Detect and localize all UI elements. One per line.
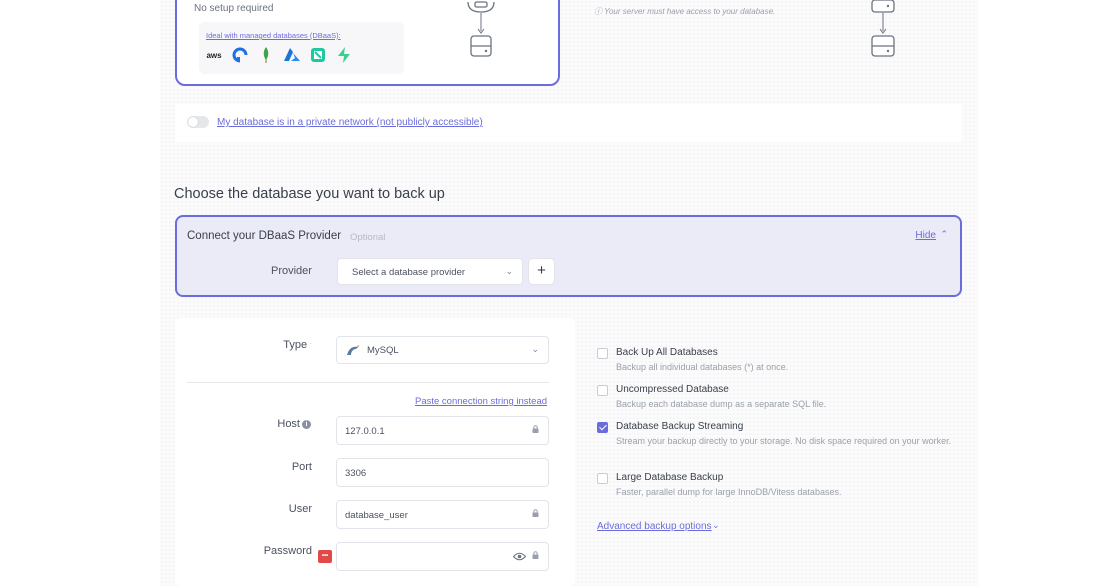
server-access-note: ⓘ Your server must have access to your d…: [594, 7, 776, 16]
section-title: Choose the database you want to back up: [174, 186, 445, 202]
private-network-row: My database is in a private network (not…: [175, 104, 962, 142]
provider-select-placeholder: Select a database provider: [352, 267, 466, 278]
chevron-down-icon: ⌄: [531, 344, 539, 354]
direct-connection-diagram-icon: [467, 1, 495, 57]
host-value: 127.0.0.1: [345, 426, 385, 437]
provider-select[interactable]: Select a database provider ⌄: [337, 258, 523, 285]
eye-icon[interactable]: [513, 552, 526, 561]
password-manager-icon[interactable]: •••: [318, 550, 332, 563]
mysql-icon: [346, 344, 360, 359]
option-description: Stream your backup directly to your stor…: [616, 436, 952, 446]
option-title: Back Up All Databases: [616, 347, 718, 358]
port-value: 3306: [345, 468, 367, 479]
lock-icon: [532, 425, 539, 433]
add-provider-button[interactable]: +: [528, 258, 555, 285]
password-label: Password: [263, 545, 312, 557]
dbaas-info-box: Ideal with managed databases (DBaaS): aw…: [199, 22, 404, 74]
digitalocean-logo: [231, 46, 249, 64]
neon-logo: [309, 46, 327, 64]
dbaas-provider-card: Connect your DBaaS Provider Optional Hid…: [175, 215, 962, 297]
user-label: User: [288, 503, 312, 515]
option-description: Backup all individual databases (*) at o…: [616, 362, 789, 372]
port-label: Port: [291, 461, 312, 473]
mongodb-logo: [257, 46, 275, 64]
dbaas-link[interactable]: Ideal with managed databases (DBaaS):: [206, 31, 341, 40]
host-label: Host: [277, 418, 300, 430]
provider-label: Provider: [271, 265, 312, 277]
agent-connection-diagram-icon: [871, 0, 895, 57]
uncompressed-checkbox[interactable]: [597, 385, 608, 396]
hide-link[interactable]: Hide: [915, 230, 936, 241]
host-input[interactable]: 127.0.0.1: [336, 416, 549, 445]
user-input[interactable]: database_user: [336, 500, 549, 529]
chevron-down-icon: ⌄: [505, 266, 513, 276]
user-value: database_user: [345, 510, 408, 521]
lock-icon: [532, 551, 539, 559]
chevron-down-icon[interactable]: ⌄: [712, 520, 720, 531]
form-divider: [187, 382, 549, 383]
database-type-select[interactable]: MySQL ⌄: [336, 336, 549, 364]
paste-connection-string-link[interactable]: Paste connection string instead: [415, 396, 547, 407]
database-type-value: MySQL: [367, 345, 399, 356]
lock-icon: [532, 509, 539, 517]
private-network-toggle[interactable]: [187, 116, 209, 128]
option-title: Large Database Backup: [616, 472, 724, 483]
large-backup-checkbox[interactable]: [597, 473, 608, 484]
option-description: Faster, parallel dump for large InnoDB/V…: [616, 487, 842, 497]
streaming-checkbox[interactable]: [597, 422, 608, 433]
advanced-backup-options-link[interactable]: Advanced backup options: [597, 521, 712, 532]
option-description: Backup each database dump as a separate …: [616, 399, 827, 409]
provider-card-title: Connect your DBaaS Provider: [187, 230, 342, 242]
no-setup-text: No setup required: [194, 3, 274, 14]
private-network-label[interactable]: My database is in a private network (not…: [217, 117, 483, 128]
aws-logo: aws: [206, 50, 222, 60]
azure-logo: [283, 46, 301, 64]
info-icon[interactable]: i: [302, 420, 311, 429]
port-input[interactable]: 3306: [336, 458, 549, 487]
chevron-up-icon[interactable]: ⌃: [940, 229, 948, 240]
optional-tag: Optional: [350, 232, 386, 243]
password-input[interactable]: [336, 542, 549, 571]
info-icon: ⓘ: [594, 7, 605, 16]
connection-method-card-direct[interactable]: No setup required Ideal with managed dat…: [175, 0, 560, 86]
back-up-all-checkbox[interactable]: [597, 348, 608, 359]
dbaas-logos: aws: [205, 46, 353, 64]
type-label: Type ·: [283, 339, 312, 351]
option-title: Uncompressed Database: [616, 384, 729, 395]
supabase-logo: [335, 46, 353, 64]
option-title: Database Backup Streaming: [616, 421, 744, 432]
